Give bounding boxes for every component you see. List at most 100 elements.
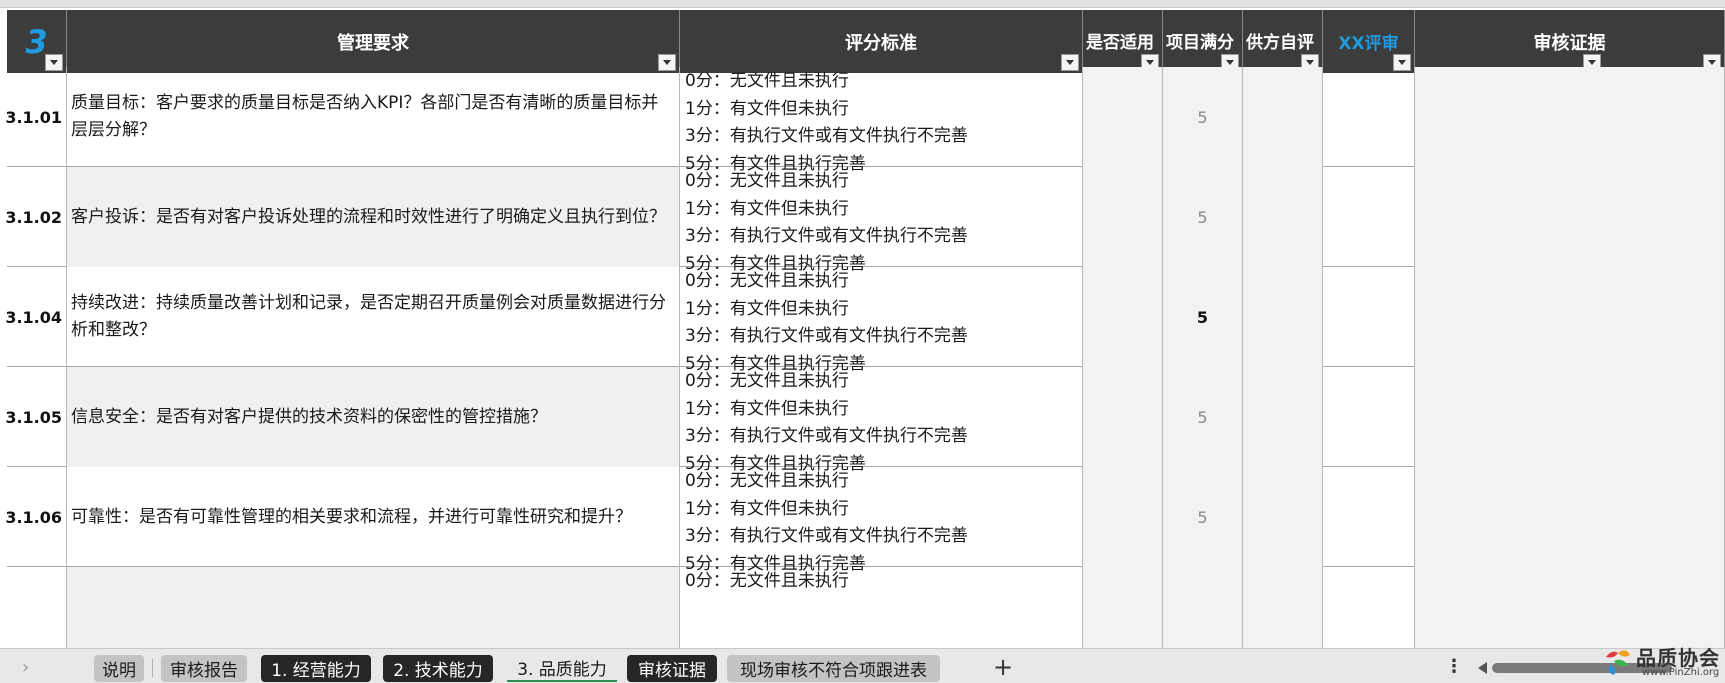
full-score-cell[interactable] xyxy=(1163,567,1243,648)
table-row: 3.1.06 可靠性：是否有可靠性管理的相关要求和流程，并进行可靠性研究和提升？ 0… xyxy=(5,467,1725,574)
full-score-cell[interactable]: 5 xyxy=(1163,67,1243,167)
self-eval-cell[interactable] xyxy=(1243,567,1323,648)
self-eval-cell[interactable] xyxy=(1243,67,1323,167)
evidence-cell[interactable] xyxy=(1415,467,1725,567)
section-number-header[interactable]: 3 xyxy=(7,10,67,73)
tab-label: 说明 xyxy=(102,661,136,681)
item-id-cell[interactable]: 3.1.04 xyxy=(5,267,67,367)
full-score-cell[interactable]: 5 xyxy=(1163,367,1243,467)
criteria-cell[interactable]: 0分：无文件且未执行 1分：有文件但未执行 3分：有执行文件或有文件执行不完善 5分：… xyxy=(680,167,1083,274)
table-row: 3.1.04 持续改进：持续质量改善计划和记录，是否定期召开质量例会对质量数据进行… xyxy=(5,267,1725,374)
tab-audit-evidence[interactable]: 审核证据 xyxy=(627,655,717,682)
evidence-cell[interactable] xyxy=(1415,167,1725,267)
col-header-full-score[interactable]: 项目满分 xyxy=(1163,10,1243,73)
watermark-logo: 品质协会 www.PinZhi.org xyxy=(1602,641,1724,681)
requirement-cell[interactable]: 客户投诉：是否有对客户投诉处理的流程和时效性进行了明确定义且执行到位？ xyxy=(67,167,680,267)
tab-label: 2. 技术能力 xyxy=(393,661,483,681)
sheet-tab-bar: › 说明 审核报告 1. 经营能力 2. 技术能力 3. 品质能力 审核证据 现… xyxy=(0,648,1725,683)
tab-nonconformity-tracking[interactable]: 现场审核不符合项跟进表 xyxy=(727,655,940,682)
xx-review-cell[interactable] xyxy=(1323,267,1415,367)
tab-label: 现场审核不符合项跟进表 xyxy=(740,661,927,681)
self-eval-cell[interactable] xyxy=(1243,267,1323,367)
evidence-cell[interactable] xyxy=(1415,67,1725,167)
col-header-label: 审核证据 xyxy=(1533,32,1606,54)
tab-label: 审核报告 xyxy=(170,661,238,681)
criteria-line: 1分：有文件但未执行 xyxy=(685,498,849,519)
criteria-line: 3分：有执行文件或有文件执行不完善 xyxy=(685,326,968,346)
chevron-right-icon[interactable]: › xyxy=(22,657,29,678)
col-header-xx-review[interactable]: XX评审 xyxy=(1323,10,1415,73)
xx-review-cell[interactable] xyxy=(1323,67,1415,167)
criteria-line: 0分：无文件且未执行 xyxy=(685,171,849,191)
col-header-requirement[interactable]: 管理要求 xyxy=(67,10,680,73)
col-header-label: 管理要求 xyxy=(337,32,409,54)
applicable-cell[interactable] xyxy=(1083,567,1163,648)
tab-quality-capability[interactable]: 3. 品质能力 xyxy=(507,655,617,682)
self-eval-cell[interactable] xyxy=(1243,367,1323,467)
requirement-cell[interactable]: 质量目标：客户要求的质量目标是否纳入KPI？各部门是否有清晰的质量目标并层层分解… xyxy=(67,67,680,167)
evidence-cell[interactable] xyxy=(1415,267,1725,367)
criteria-line: 3分：有执行文件或有文件执行不完善 xyxy=(685,226,968,246)
more-options-icon[interactable]: ⋮ xyxy=(1445,656,1463,677)
applicable-cell[interactable] xyxy=(1083,67,1163,167)
item-id-cell[interactable]: 3.1.05 xyxy=(5,367,67,467)
logo-url: www.PinZhi.org xyxy=(1642,667,1720,678)
criteria-line: 0分：无文件且未执行 xyxy=(685,571,849,591)
criteria-line: 0分：无文件且未执行 xyxy=(685,71,849,91)
requirement-cell[interactable]: 持续改进：持续质量改善计划和记录，是否定期召开质量例会对质量数据进行分析和整改？ xyxy=(67,267,680,367)
col-header-self-eval[interactable]: 供方自评 xyxy=(1243,10,1323,73)
criteria-line: 1分：有文件但未执行 xyxy=(685,98,849,119)
xx-review-cell[interactable] xyxy=(1323,567,1415,648)
requirement-cell[interactable] xyxy=(67,567,680,648)
evidence-cell[interactable] xyxy=(1415,367,1725,467)
criteria-cell[interactable]: 0分：无文件且未执行 1分：有文件但未执行 3分：有执行文件或有文件执行不完善 5分：… xyxy=(680,67,1083,174)
tab-label: 审核证据 xyxy=(638,661,706,681)
scroll-left-icon[interactable] xyxy=(1478,662,1487,674)
logo-mark-icon xyxy=(1606,650,1630,675)
criteria-line: 3分：有执行文件或有文件执行不完善 xyxy=(685,526,968,546)
item-id-cell[interactable]: 3.1.02 xyxy=(5,167,67,267)
applicable-cell[interactable] xyxy=(1083,267,1163,367)
xx-review-cell[interactable] xyxy=(1323,167,1415,267)
criteria-cell[interactable]: 0分：无文件且未执行 xyxy=(680,567,1083,648)
tab-separator xyxy=(152,659,153,677)
add-sheet-icon[interactable]: + xyxy=(993,653,1013,681)
xx-review-cell[interactable] xyxy=(1323,467,1415,567)
table-row: 3.1.05 信息安全：是否有对客户提供的技术资料的保密性的管控措施？ 0分：无文件… xyxy=(5,367,1725,474)
tab-business-capability[interactable]: 1. 经营能力 xyxy=(261,655,371,682)
full-score-cell[interactable]: 5 xyxy=(1163,467,1243,567)
criteria-cell[interactable]: 0分：无文件且未执行 1分：有文件但未执行 3分：有执行文件或有文件执行不完善 5分：… xyxy=(680,267,1083,374)
col-header-evidence[interactable]: 审核证据 xyxy=(1415,10,1725,73)
criteria-line: 0分：无文件且未执行 xyxy=(685,471,849,491)
col-header-label: 评分标准 xyxy=(845,32,917,54)
tab-technical-capability[interactable]: 2. 技术能力 xyxy=(383,655,493,682)
applicable-cell[interactable] xyxy=(1083,467,1163,567)
tab-audit-report[interactable]: 审核报告 xyxy=(161,655,247,682)
criteria-cell[interactable]: 0分：无文件且未执行 1分：有文件但未执行 3分：有执行文件或有文件执行不完善 5分：… xyxy=(680,467,1083,574)
full-score-cell[interactable]: 5 xyxy=(1163,267,1243,367)
criteria-line: 1分：有文件但未执行 xyxy=(685,398,849,419)
item-id-cell[interactable]: 3.1.01 xyxy=(5,67,67,167)
tab-instructions[interactable]: 说明 xyxy=(94,655,144,682)
item-id-cell[interactable]: 3.1.06 xyxy=(5,467,67,567)
applicable-cell[interactable] xyxy=(1083,367,1163,467)
criteria-line: 0分：无文件且未执行 xyxy=(685,371,849,391)
criteria-line: 1分：有文件但未执行 xyxy=(685,198,849,219)
criteria-cell[interactable]: 0分：无文件且未执行 1分：有文件但未执行 3分：有执行文件或有文件执行不完善 5分：… xyxy=(680,367,1083,474)
requirement-cell[interactable]: 信息安全：是否有对客户提供的技术资料的保密性的管控措施？ xyxy=(67,367,680,467)
item-id-cell[interactable] xyxy=(7,567,67,648)
column-header-strip xyxy=(0,0,1725,8)
applicable-cell[interactable] xyxy=(1083,167,1163,267)
col-header-applicable[interactable]: 是否适用 xyxy=(1083,10,1163,73)
xx-review-cell[interactable] xyxy=(1323,367,1415,467)
self-eval-cell[interactable] xyxy=(1243,167,1323,267)
col-header-criteria[interactable]: 评分标准 xyxy=(680,10,1083,73)
table-row: 3.1.01 质量目标：客户要求的质量目标是否纳入KPI？各部门是否有清晰的质量目… xyxy=(5,67,1725,174)
self-eval-cell[interactable] xyxy=(1243,467,1323,567)
tab-label: 1. 经营能力 xyxy=(271,661,361,681)
requirement-cell[interactable]: 可靠性：是否有可靠性管理的相关要求和流程，并进行可靠性研究和提升？ xyxy=(67,467,680,567)
col-header-label: XX评审 xyxy=(1338,34,1399,54)
full-score-cell[interactable]: 5 xyxy=(1163,167,1243,267)
criteria-line: 3分：有执行文件或有文件执行不完善 xyxy=(685,426,968,446)
evidence-cell[interactable] xyxy=(1415,567,1725,648)
